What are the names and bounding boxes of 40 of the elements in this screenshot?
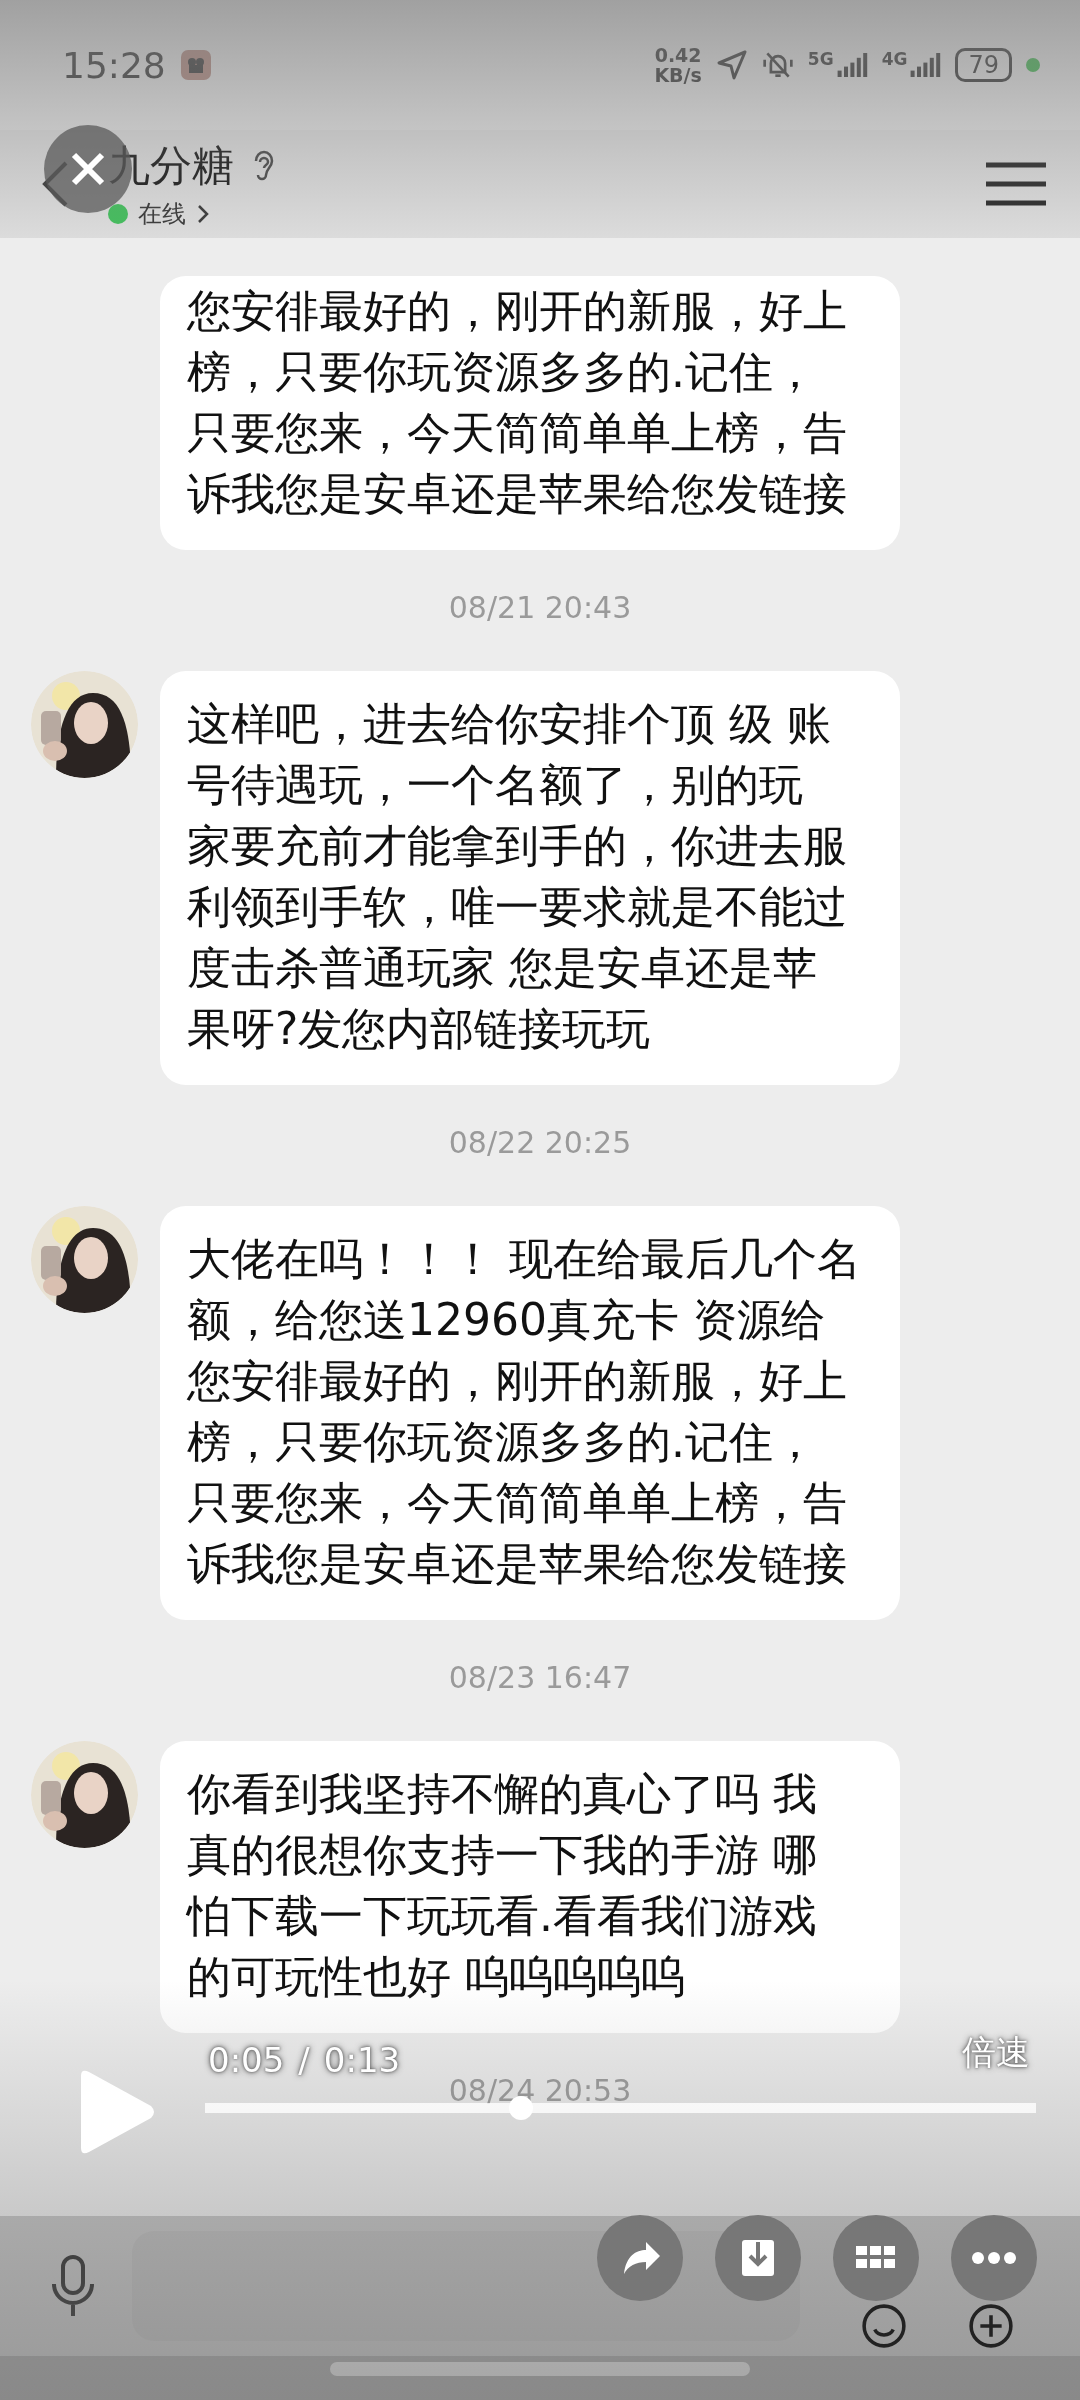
emoji-icon[interactable] — [862, 2304, 906, 2348]
message-timestamp: 08/24 20:53 — [448, 2073, 632, 2108]
chevron-icon[interactable] — [196, 203, 210, 225]
message-line: 号待遇玩，一个名额了，别的玩 — [187, 758, 804, 812]
network-type-label: 5G — [807, 49, 834, 69]
message-line: 家要充前才能拿到手的，你进去服 — [187, 819, 848, 873]
location-arrow-icon — [715, 49, 748, 81]
network-speed: 0.42 — [654, 45, 702, 65]
message-line: 真的很想你支持一下我的手游 哪 — [187, 1828, 818, 1882]
recorder-icon — [179, 49, 212, 81]
message-line: 您安徘最好的，刚开的新服，好上 — [187, 284, 848, 338]
message-line: 只要您来，今天简简单单上榜，告 — [187, 406, 848, 460]
plus-icon[interactable] — [969, 2304, 1013, 2348]
indicator-dot — [1026, 58, 1040, 72]
message-line: 额，给您送12960真充卡 资源给 — [187, 1293, 826, 1347]
message-timestamp: 08/23 16:47 — [448, 1660, 632, 1695]
network-type-label: 4G — [881, 49, 908, 69]
message-line: 果呀?发您内部链接玩玩 — [187, 1002, 652, 1056]
message-line: 诉我您是安卓还是苹果给您发链接 — [187, 1537, 848, 1591]
message-line: 榜，只要你玩资源多多的.记住， — [187, 1415, 818, 1469]
clock-time: 15:28 — [62, 44, 166, 86]
message-line: 利领到手软，唯一要求就是不能过 — [187, 880, 848, 934]
message-timestamp: 08/22 20:25 — [448, 1125, 632, 1160]
message-line: 只要您来，今天简简单单上榜，告 — [187, 1476, 848, 1530]
playback-speed-button[interactable]: 倍速 — [962, 2030, 1030, 2076]
message-line: 榜，只要你玩资源多多的.记住， — [187, 345, 818, 399]
message-line: 这样吧，进去给你安排个顶 级 账 — [187, 697, 832, 751]
presence-status[interactable]: 在线 — [138, 198, 186, 230]
more-icon — [972, 2252, 1016, 2264]
battery-level: 79 — [955, 48, 1012, 82]
message-line: 大佬在吗！！！ 现在给最后几个名 — [187, 1232, 862, 1286]
menu-icon[interactable] — [984, 161, 1048, 207]
message-line: 怕下载一下玩玩看.看看我们游戏 — [187, 1889, 818, 1943]
message-timestamp: 08/21 20:43 — [448, 590, 632, 625]
message-line: 您安徘最好的，刚开的新服，好上 — [187, 1354, 848, 1408]
network-speed-unit: KB/s — [654, 65, 702, 85]
message-line: 诉我您是安卓还是苹果给您发链接 — [187, 467, 848, 521]
message-line: 的可玩性也好 呜呜呜呜呜 — [187, 1950, 686, 2004]
message-line: 你看到我坚持不懈的真心了吗 我 — [187, 1767, 818, 1821]
message-line: 度击杀普通玩家 您是安卓还是苹 — [187, 941, 818, 995]
